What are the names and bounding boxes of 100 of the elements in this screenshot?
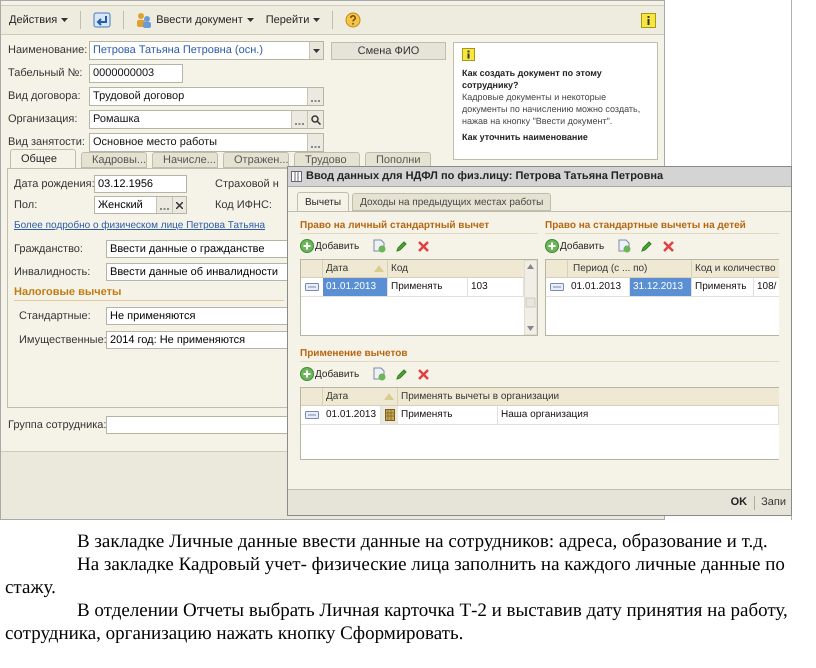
tab[interactable]: Общее	[10, 149, 76, 168]
help-answer: Кадровые документы и некоторые документы по начислению можно создать, нажав на кнопку "Ввести документ".	[462, 91, 642, 127]
field-label: Вид занятости:	[8, 135, 86, 150]
grid-icon	[291, 171, 302, 182]
input-field[interactable]: Петрова Татьяна Петровна (осн.)	[89, 41, 324, 60]
copy-icon	[618, 239, 632, 253]
table-cell: 01.01.2013	[323, 278, 388, 296]
tab[interactable]: Вычеты	[297, 192, 350, 212]
sort-icon	[374, 265, 384, 272]
info-icon	[641, 12, 656, 28]
delete-icon	[418, 368, 430, 380]
dropdown-button[interactable]	[309, 42, 323, 59]
more-button[interactable]	[307, 88, 323, 105]
tab[interactable]: Кадровы...	[81, 152, 147, 168]
help-icon	[345, 12, 362, 28]
field-label: Страховой н	[215, 176, 279, 192]
input-field[interactable]: Трудовой договор	[89, 87, 324, 106]
clear-button[interactable]	[172, 197, 186, 213]
more-button[interactable]	[307, 134, 323, 151]
help-question: Как создать документ по этому сотруднику?	[462, 67, 603, 91]
calendar-button[interactable]	[381, 406, 398, 424]
pencil-icon	[641, 240, 654, 252]
enter-document-menu[interactable]: Ввести документ	[132, 12, 258, 28]
paragraph: На закладке Кадровый учет- физические лица заполнить на каждого личные данные по стажу.	[5, 553, 786, 599]
caret-icon	[313, 18, 320, 22]
calendar-icon	[384, 409, 394, 421]
go-to-menu[interactable]: Перейти	[262, 12, 324, 28]
input-field[interactable]: Основное место работы	[89, 133, 324, 152]
tab[interactable]: Начисле...	[152, 152, 218, 168]
save-button[interactable]: Запи	[759, 494, 788, 511]
caret-icon	[61, 18, 68, 22]
row-icon	[305, 283, 319, 291]
column-header[interactable]: Код и количество	[692, 260, 779, 277]
field-label: Вид договора:	[8, 89, 82, 104]
tab[interactable]: Отражен...	[223, 152, 289, 168]
close-icon	[176, 202, 183, 208]
delete-icon	[418, 240, 430, 252]
row-icon	[305, 411, 319, 419]
field-label: Табельный №:	[8, 66, 84, 82]
table-cell: 31.12.2013	[630, 278, 692, 296]
info-icon	[462, 48, 475, 61]
copy-icon	[373, 239, 386, 253]
actions-menu[interactable]: Действия	[5, 12, 72, 28]
field-label: Наименование:	[8, 43, 88, 58]
input-field[interactable]: Ромашка	[89, 110, 324, 129]
caret-icon	[246, 18, 254, 22]
pencil-icon	[396, 368, 408, 380]
input-field[interactable]: 03.12.1956	[94, 175, 187, 193]
field-label: Группа сотрудника:	[8, 418, 106, 433]
section-heading: Право на стандартные вычеты на детей	[545, 218, 779, 234]
edit-button[interactable]	[396, 368, 408, 380]
search-button[interactable]	[307, 111, 323, 128]
paragraph: В закладке Личные данные ввести данные на сотрудников: адреса, образование и т.д.	[76, 530, 769, 553]
copy-icon	[373, 367, 386, 381]
info-button[interactable]	[641, 12, 656, 28]
column-header[interactable]: Дата	[323, 260, 388, 277]
edit-button[interactable]	[396, 240, 408, 252]
field-label: Пол:	[14, 198, 38, 213]
details-link[interactable]: Более подробно о физическом лице Петрова Татьяна	[14, 217, 266, 235]
field-label: Организация:	[8, 112, 78, 128]
copy-button[interactable]	[618, 239, 632, 253]
copy-button[interactable]	[373, 367, 386, 381]
search-icon	[310, 114, 320, 124]
field-label: Инвалидность:	[14, 264, 92, 280]
table-cell: Применять	[398, 406, 498, 424]
table-cell: Применять	[388, 278, 468, 296]
add-icon	[300, 367, 314, 381]
copy-button[interactable]	[373, 239, 386, 253]
caret-icon	[313, 48, 320, 52]
add-icon	[300, 239, 314, 253]
delete-button[interactable]	[663, 240, 674, 252]
add-button[interactable]: Добавить	[300, 238, 360, 254]
ok-button[interactable]: OK	[728, 494, 750, 511]
field-label: Код ИФНС:	[215, 198, 272, 213]
field-label: Стандартные:	[18, 308, 92, 324]
field-label: Гражданство:	[14, 242, 84, 257]
tab[interactable]: Доходы на предыдущих местах работы	[352, 193, 552, 211]
delete-button[interactable]	[418, 240, 430, 252]
sort-icon	[384, 393, 394, 400]
input-field[interactable]: Женский	[94, 196, 187, 214]
help-question: Как уточнить наименование	[462, 131, 589, 143]
field-label: Имущественные:	[18, 332, 106, 348]
column-header[interactable]: Применять вычеты в организации	[398, 388, 779, 405]
delete-button[interactable]	[418, 368, 430, 380]
rename-button[interactable]: Смена ФИО	[331, 42, 446, 60]
row-icon	[550, 283, 564, 291]
section-heading: Налоговые вычеты	[14, 284, 284, 301]
add-icon	[545, 239, 559, 253]
add-button[interactable]: Добавить	[545, 238, 604, 254]
column-header[interactable]: Период (с ... по)	[568, 260, 692, 277]
paragraph: В отделении Отчеты выбрать Личная карточка Т-2 и выставив дату принятия на работу, сотрудника, организацию нажать кнопку Сформировать.	[5, 599, 789, 645]
table-cell: Применять	[692, 278, 754, 296]
delete-icon	[663, 240, 674, 252]
add-button[interactable]: Добавить	[300, 366, 360, 382]
window-title: Ввод данных для НДФЛ по физ.лицу: Петрова Татьяна Петровна	[306, 169, 664, 184]
input-field[interactable]: 0000000003	[89, 64, 183, 83]
column-header[interactable]: Дата	[323, 388, 398, 405]
section-heading: Право на личный стандартный вычет	[300, 218, 538, 234]
table-cell: 108/	[754, 278, 779, 296]
edit-button[interactable]	[641, 240, 654, 252]
